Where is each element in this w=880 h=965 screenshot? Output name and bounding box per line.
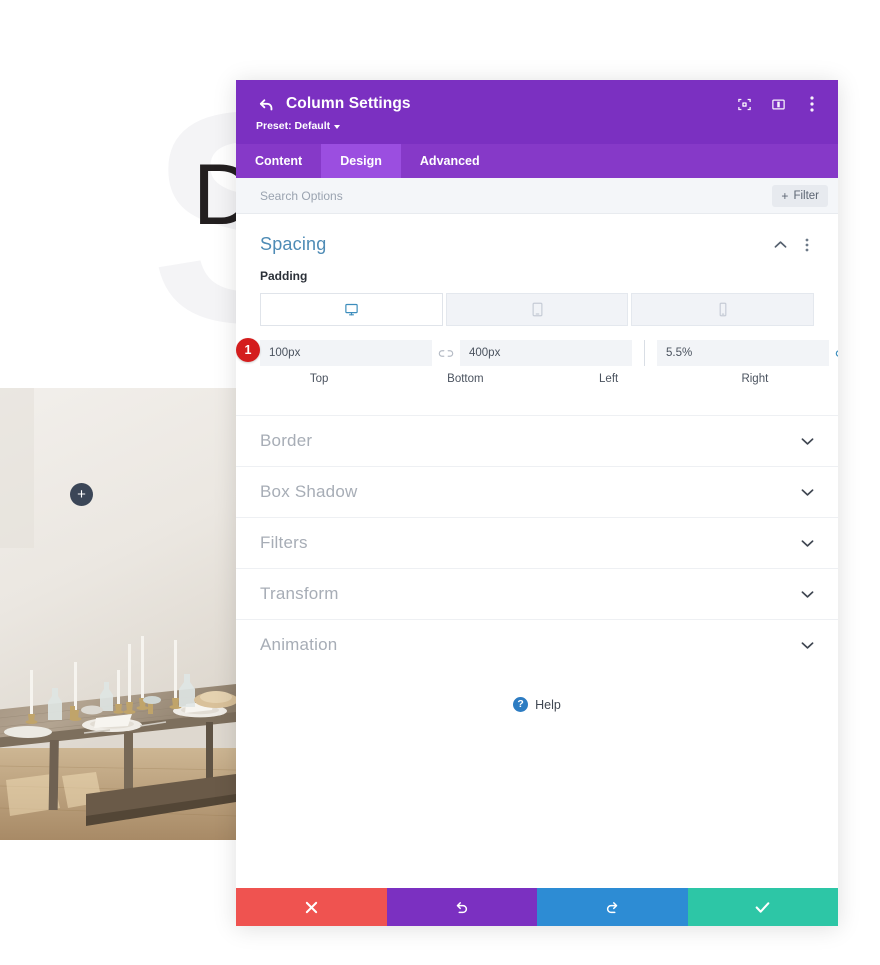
padding-left-input[interactable] bbox=[657, 340, 829, 366]
header-icon-group bbox=[736, 96, 820, 112]
tab-design[interactable]: Design bbox=[321, 144, 401, 178]
layout-panel-icon[interactable] bbox=[770, 96, 786, 112]
chevron-down-icon bbox=[334, 125, 341, 129]
chevron-down-icon bbox=[801, 437, 814, 446]
dining-table-photo-illustration bbox=[0, 388, 236, 840]
modal-body: Spacing Padding 1 100px 400px 5.5% Top B… bbox=[236, 214, 838, 888]
padding-horizontal-group bbox=[657, 340, 838, 366]
padding-divider bbox=[644, 340, 645, 366]
more-options-icon[interactable] bbox=[804, 96, 820, 112]
chevron-down-icon bbox=[801, 590, 814, 599]
preset-selector[interactable]: Preset: Default bbox=[256, 120, 820, 132]
accordion-label: Transform bbox=[260, 584, 339, 603]
spacing-section: Spacing Padding 1 100px 400px 5.5% Top B… bbox=[236, 214, 838, 415]
padding-bottom-input[interactable] bbox=[460, 340, 632, 366]
undo-icon bbox=[454, 900, 469, 915]
close-icon bbox=[305, 901, 318, 914]
desktop-icon[interactable] bbox=[260, 293, 443, 326]
tablet-icon[interactable] bbox=[445, 293, 629, 326]
padding-labels-row: Top Bottom Left Right bbox=[260, 373, 814, 385]
padding-label: Padding bbox=[260, 269, 308, 283]
modal-footer bbox=[236, 888, 838, 926]
padding-vertical-group bbox=[260, 340, 632, 366]
tab-advanced[interactable]: Advanced bbox=[401, 144, 499, 178]
padding-left-label: Left bbox=[599, 373, 619, 385]
column-settings-modal: Column Settings Preset: Default Content … bbox=[236, 80, 838, 926]
spacing-more-options-icon[interactable] bbox=[800, 238, 814, 252]
question-mark-icon: ? bbox=[513, 697, 529, 712]
screen: SP Dynamic bbox=[0, 0, 880, 965]
padding-inputs-row: 1 bbox=[236, 338, 838, 366]
filter-label: Filter bbox=[793, 189, 819, 202]
preset-label: Preset: Default bbox=[256, 120, 331, 132]
padding-top-input[interactable] bbox=[260, 340, 432, 366]
spacing-section-header: Spacing bbox=[260, 234, 814, 269]
modal-header: Column Settings Preset: Default bbox=[236, 80, 838, 144]
phone-icon[interactable] bbox=[631, 293, 815, 326]
step-badge-1: 1 bbox=[236, 338, 260, 362]
accordion-row-animation[interactable]: Animation bbox=[236, 619, 838, 670]
add-module-button[interactable]: + bbox=[70, 483, 93, 506]
search-input[interactable] bbox=[260, 188, 773, 203]
accordion-row-transform[interactable]: Transform bbox=[236, 568, 838, 619]
tab-content[interactable]: Content bbox=[236, 144, 321, 178]
search-options-row: + Filter bbox=[236, 178, 838, 214]
link-connected-icon[interactable] bbox=[829, 348, 838, 359]
plus-icon: + bbox=[781, 188, 789, 203]
help-link[interactable]: ? Help bbox=[236, 670, 838, 712]
accordion-label: Border bbox=[260, 431, 313, 450]
accordion-label: Filters bbox=[260, 533, 308, 552]
redo-button[interactable] bbox=[537, 888, 688, 926]
check-icon bbox=[755, 901, 770, 914]
help-label: Help bbox=[535, 697, 561, 712]
chevron-up-icon[interactable] bbox=[773, 238, 787, 252]
padding-bottom-label: Bottom bbox=[447, 373, 484, 385]
back-arrow-icon[interactable] bbox=[256, 94, 276, 114]
accordion-row-filters[interactable]: Filters bbox=[236, 517, 838, 568]
accordion-row-box-shadow[interactable]: Box Shadow bbox=[236, 466, 838, 517]
redo-icon bbox=[605, 900, 620, 915]
focus-target-icon[interactable] bbox=[736, 96, 752, 112]
filter-button[interactable]: + Filter bbox=[772, 184, 828, 207]
padding-right-label: Right bbox=[741, 373, 769, 385]
padding-top-label: Top bbox=[309, 373, 329, 385]
accordion-label: Animation bbox=[260, 635, 338, 654]
modal-title: Column Settings bbox=[286, 95, 411, 112]
modal-tab-bar: Content Design Advanced bbox=[236, 144, 838, 178]
accordion-label: Box Shadow bbox=[260, 482, 358, 501]
background-photo bbox=[0, 388, 236, 840]
spacing-section-title: Spacing bbox=[260, 234, 327, 254]
chevron-down-icon bbox=[801, 539, 814, 548]
device-toggle-group bbox=[260, 293, 815, 326]
accordion-row-border[interactable]: Border bbox=[236, 415, 838, 466]
save-button[interactable] bbox=[687, 888, 838, 926]
link-broken-icon[interactable] bbox=[432, 348, 460, 359]
undo-button[interactable] bbox=[386, 888, 537, 926]
cancel-button[interactable] bbox=[236, 888, 387, 926]
chevron-down-icon bbox=[801, 488, 814, 497]
chevron-down-icon bbox=[801, 641, 814, 650]
